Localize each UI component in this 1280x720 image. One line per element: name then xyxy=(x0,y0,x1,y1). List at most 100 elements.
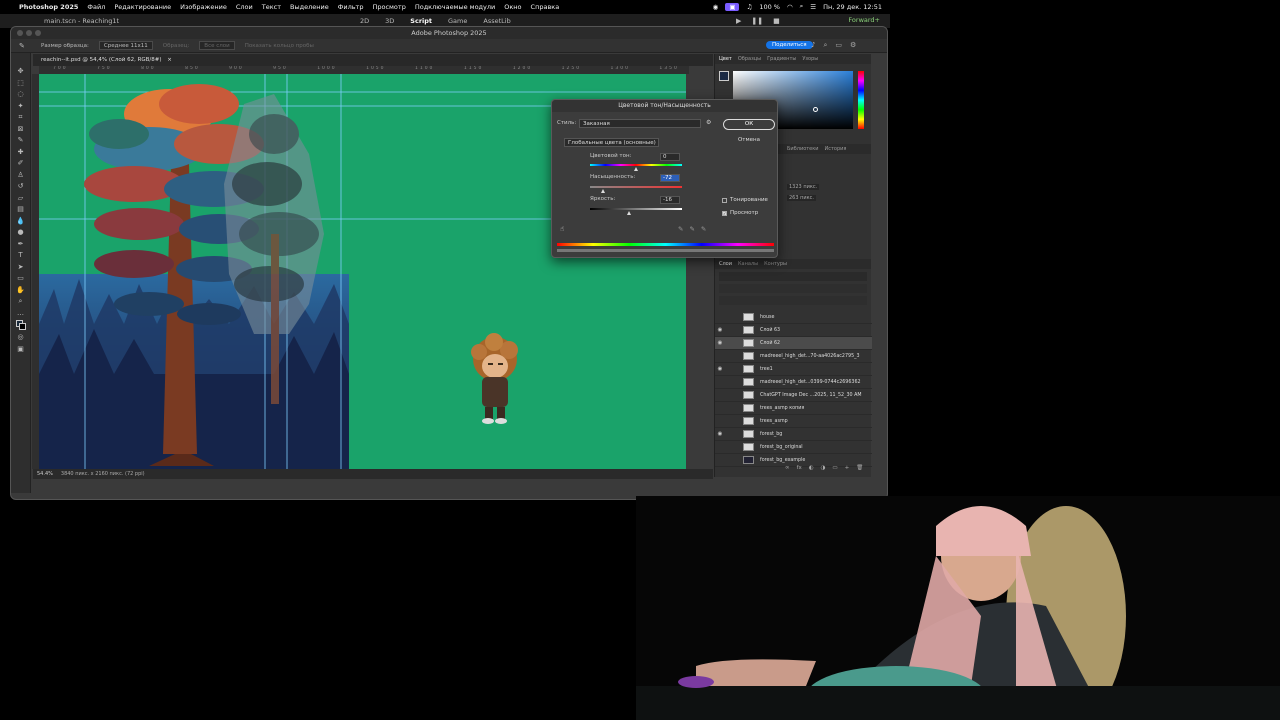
menu-image[interactable]: Изображение xyxy=(180,3,227,11)
colorize-check-box[interactable] xyxy=(722,197,727,203)
layer-row[interactable]: trees_asmp xyxy=(715,415,872,428)
stop-icon[interactable]: ■ xyxy=(773,17,780,25)
menu-app-name[interactable]: Photoshop 2025 xyxy=(19,3,78,11)
lightness-input[interactable]: -16 xyxy=(660,196,680,204)
eyedropper-icon[interactable]: ✎ xyxy=(678,225,683,233)
layer-row-active[interactable]: ◉ Слой 62 xyxy=(715,337,872,350)
layer-row[interactable]: house xyxy=(715,311,872,324)
trash-icon[interactable]: 🗑 xyxy=(856,465,863,471)
quick-mask-icon[interactable]: ◎ xyxy=(16,333,26,342)
range-select[interactable]: Глобальные цвета (основные) xyxy=(564,138,659,147)
hue-slider-thumb[interactable] xyxy=(634,167,638,171)
panels-icon[interactable]: ⚙ xyxy=(850,41,856,50)
wifi-icon[interactable]: ◠ xyxy=(787,3,793,11)
targeted-adjust-icon[interactable]: ☝ xyxy=(560,225,564,233)
preview-checkbox[interactable]: ✓ Просмотр xyxy=(722,210,758,216)
battery-text[interactable]: 100 % xyxy=(759,3,780,11)
marquee-tool-icon[interactable]: ⬚ xyxy=(16,79,26,88)
colorize-checkbox[interactable]: Тонирование xyxy=(722,197,768,203)
tab-paths[interactable]: Контуры xyxy=(764,261,787,267)
search-icon[interactable]: ⌕ xyxy=(800,2,804,11)
adjustment-icon[interactable]: ◑ xyxy=(821,465,826,471)
tab-gradients[interactable]: Градиенты xyxy=(767,56,796,62)
settings-gear-icon[interactable]: ⚙ xyxy=(706,119,711,126)
brush-tool-icon[interactable]: ✐ xyxy=(16,159,26,168)
gradient-tool-icon[interactable]: ▤ xyxy=(16,205,26,214)
layer-row[interactable]: madreeel_high_det...0399-0744c2696362 xyxy=(715,376,872,389)
eraser-tool-icon[interactable]: ▱ xyxy=(16,194,26,203)
folder-icon[interactable]: ▭ xyxy=(832,465,837,471)
saturation-track[interactable] xyxy=(590,186,682,188)
search-ps-icon[interactable]: ⌕ xyxy=(823,41,827,50)
menu-select[interactable]: Выделение xyxy=(290,3,329,11)
new-layer-icon[interactable]: + xyxy=(845,465,850,471)
eye-icon[interactable]: ◉ xyxy=(715,431,725,437)
frame-tool-icon[interactable]: ⊠ xyxy=(16,125,26,134)
share-button[interactable]: Поделиться xyxy=(766,41,813,49)
link-icon[interactable]: ∞ xyxy=(785,465,790,471)
pause-icon[interactable]: ❚❚ xyxy=(751,17,763,25)
blend-mode-row[interactable] xyxy=(719,284,867,293)
tab-patterns[interactable]: Узоры xyxy=(802,56,818,62)
minimize-icon[interactable] xyxy=(26,30,32,36)
scene-file-tab[interactable]: main.tscn - Reaching1t xyxy=(44,17,119,25)
layer-row[interactable]: trees_asmp копия xyxy=(715,402,872,415)
hand-tool-icon[interactable]: ✋ xyxy=(16,286,26,295)
bell-icon[interactable]: ♪ xyxy=(811,41,815,50)
ok-button[interactable]: ОК xyxy=(723,119,775,130)
hue-slider[interactable] xyxy=(858,71,864,129)
cancel-button[interactable]: Отмена xyxy=(723,135,775,146)
document-tab[interactable]: reachin--it.psd @ 54,4% (Слой 62, RGB/8#… xyxy=(33,54,713,66)
mask-icon[interactable]: ◐ xyxy=(809,465,814,471)
saturation-slider-thumb[interactable] xyxy=(600,189,605,193)
hue-track[interactable] xyxy=(590,164,682,166)
magic-wand-icon[interactable]: ✦ xyxy=(16,102,26,111)
layer-row[interactable]: ◉ forest_bg xyxy=(715,428,872,441)
lightness-slider-thumb[interactable] xyxy=(626,211,631,215)
type-tool-icon[interactable]: T xyxy=(16,251,26,260)
menu-window[interactable]: Окно xyxy=(504,3,521,11)
color-swatches-icon[interactable] xyxy=(15,320,26,330)
tab-swatches[interactable]: Образцы xyxy=(738,56,761,62)
play-icon[interactable]: ▶ xyxy=(736,17,741,25)
tab-color[interactable]: Цвет xyxy=(719,56,732,62)
lock-row[interactable] xyxy=(719,296,867,305)
pen-tool-icon[interactable]: ✒ xyxy=(16,240,26,249)
hue-input[interactable]: 0 xyxy=(660,153,680,161)
history-brush-icon[interactable]: ↺ xyxy=(16,182,26,191)
style-select[interactable]: Заказная xyxy=(579,119,701,128)
lightness-track[interactable] xyxy=(590,208,682,210)
fx-icon[interactable]: fx xyxy=(797,465,802,471)
tab-libraries[interactable]: Библиотеки xyxy=(787,146,819,152)
blur-tool-icon[interactable]: 💧 xyxy=(16,217,26,226)
menu-plugins[interactable]: Подключаемые модули xyxy=(415,3,495,11)
record-icon[interactable]: ◉ xyxy=(713,3,719,11)
workspace-icon[interactable]: ▭ xyxy=(835,41,842,50)
tab-assetlib[interactable]: AssetLib xyxy=(483,17,510,25)
eyedropper-plus-icon[interactable]: ✎ xyxy=(689,225,694,233)
color-picker-cursor[interactable] xyxy=(813,107,818,112)
layer-row[interactable]: forest_bg_original xyxy=(715,441,872,454)
menu-file[interactable]: Файл xyxy=(87,3,105,11)
audio-icon[interactable]: ♫ xyxy=(746,3,752,11)
tab-channels[interactable]: Каналы xyxy=(738,261,758,267)
menu-type[interactable]: Текст xyxy=(262,3,281,11)
crop-tool-icon[interactable]: ⌗ xyxy=(16,113,26,122)
eyedropper-minus-icon[interactable]: ✎ xyxy=(701,225,706,233)
eye-icon[interactable]: ◉ xyxy=(715,327,725,333)
tab-script[interactable]: Script xyxy=(410,17,432,25)
menu-help[interactable]: Справка xyxy=(531,3,560,11)
tab-game[interactable]: Game xyxy=(448,17,467,25)
app-badge-icon[interactable]: ▣ xyxy=(725,2,740,11)
control-center-icon[interactable]: ☰ xyxy=(810,3,816,11)
eyedropper-tool-icon[interactable]: ✎ xyxy=(16,136,26,145)
zoom-level[interactable]: 54.4% xyxy=(37,469,53,479)
tab-2d[interactable]: 2D xyxy=(360,17,369,25)
lasso-tool-icon[interactable]: ◌ xyxy=(16,90,26,99)
menu-edit[interactable]: Редактирование xyxy=(114,3,171,11)
sample-size-select[interactable]: Среднее 11x11 xyxy=(98,41,153,50)
zoom-icon[interactable] xyxy=(35,30,41,36)
clock-text[interactable]: Пн, 29 дек. 12:51 xyxy=(823,3,882,11)
zoom-tool-icon[interactable]: ⌕ xyxy=(16,297,26,306)
eye-icon[interactable]: ◉ xyxy=(715,366,725,372)
